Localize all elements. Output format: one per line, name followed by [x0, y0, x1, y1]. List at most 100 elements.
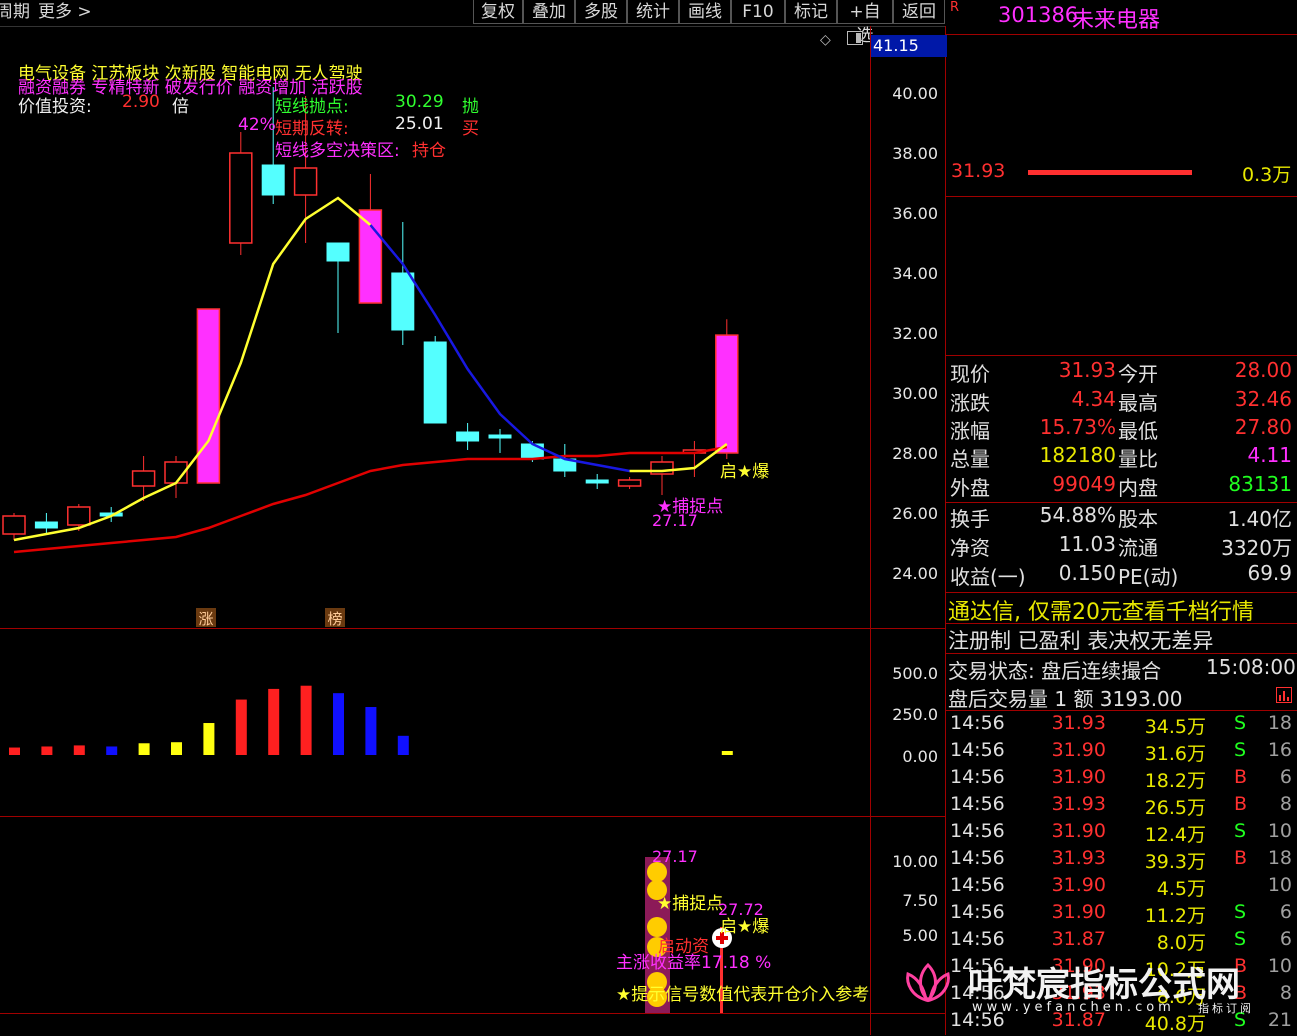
divider	[946, 196, 1297, 197]
quote-field-value: 4.34	[1071, 387, 1116, 411]
quote-field-label: 最高	[1118, 391, 1158, 415]
tick-side: B	[1234, 766, 1248, 788]
volume-axis-label: 250.0	[892, 705, 938, 724]
tick-time: 14:56	[950, 739, 1005, 761]
tick-volume: 26.5万	[1144, 797, 1206, 819]
quote-field-label: 总量	[950, 447, 990, 471]
volume-chart[interactable]	[0, 629, 870, 816]
short-reversal-value: 25.01	[395, 114, 444, 134]
candle-body	[261, 164, 285, 196]
main-rise-return-label: 主涨收益率17.18 %	[616, 953, 772, 973]
tick-side: S	[1234, 901, 1247, 923]
candle-body	[2, 515, 26, 535]
watermark-title: 叶梵宸指标公式网	[968, 965, 1240, 1005]
decision-zone-label: 短线多空决策区:	[275, 141, 400, 161]
ma-long-line	[13, 445, 728, 554]
quote-field-value: 182180	[1039, 443, 1116, 467]
quote-field-value: 11.03	[1058, 532, 1116, 556]
quote-field-label: 现价	[950, 362, 990, 386]
tick-count: 10	[1267, 820, 1292, 842]
candle-body	[715, 334, 739, 454]
tick-side: B	[1234, 793, 1248, 815]
tick-price: 31.90	[1051, 739, 1106, 761]
tick-time: 14:56	[950, 874, 1005, 896]
tick-row[interactable]: 14:56 31.93 26.5万 B 8	[950, 793, 1292, 820]
candle-body	[423, 341, 447, 424]
quote-row: 外盘 99049 内盘 83131	[950, 472, 1292, 500]
back-button[interactable]: 返回	[893, 0, 945, 24]
tick-time: 14:56	[950, 712, 1005, 734]
decision-zone-value: 持仓	[412, 141, 446, 161]
candle-body	[488, 434, 512, 439]
tick-side: S	[1234, 820, 1247, 842]
restore-rights-button[interactable]: 复权	[473, 0, 523, 24]
stock-name: 未来电器	[1072, 8, 1161, 33]
volume-axis-label: 500.0	[892, 664, 938, 683]
low-price-label: 27.17	[652, 511, 698, 530]
quote-field-label: 股本	[1118, 507, 1158, 531]
quote-field-label: 最低	[1118, 419, 1158, 443]
multi-stock-button[interactable]: 多股	[575, 0, 627, 24]
quote-field-value: 1.40亿	[1227, 507, 1292, 531]
tick-volume: 39.3万	[1144, 851, 1206, 873]
tick-row[interactable]: 14:56 31.87 8.0万 S 6	[950, 928, 1292, 955]
period-menu[interactable]: 周期	[0, 0, 30, 24]
dragon-tiger-list-marker[interactable]: 榜	[325, 608, 345, 628]
price-axis-label: 32.00	[892, 324, 938, 343]
quote-field-value: 4.11	[1247, 443, 1292, 467]
indicator-launch-signal: 启★爆	[720, 917, 770, 937]
bid-volume: 0.3万	[1242, 164, 1292, 186]
statistics-button[interactable]: 统计	[627, 0, 679, 24]
chart-toggle-icon[interactable]	[1276, 687, 1292, 703]
quote-field-value: 69.9	[1247, 561, 1292, 585]
tick-time: 14:56	[950, 847, 1005, 869]
volume-bar	[300, 685, 312, 755]
price-axis-label: 34.00	[892, 264, 938, 283]
short-sell-point-value: 30.29	[395, 92, 444, 112]
value-investment-label: 价值投资:	[18, 97, 92, 117]
tick-price: 31.90	[1051, 820, 1106, 842]
tick-row[interactable]: 14:56 31.90 12.4万 S 10	[950, 820, 1292, 847]
tick-count: 18	[1267, 712, 1292, 734]
after-hours-volume: 盘后交易量 1 额 3193.00	[948, 687, 1183, 711]
draw-line-button[interactable]: 画线	[679, 0, 731, 24]
overlay-button[interactable]: 叠加	[523, 0, 575, 24]
tick-row[interactable]: 14:56 31.93 39.3万 B 18	[950, 847, 1292, 874]
divider	[946, 592, 1297, 593]
indicator-axis-label: 5.00	[902, 926, 938, 945]
stock-code: 301386	[998, 3, 1079, 27]
quote-field-label: 流通	[1118, 536, 1158, 560]
tick-row[interactable]: 14:56 31.90 4.5万 10	[950, 874, 1292, 901]
more-menu[interactable]: 更多 >	[38, 0, 92, 24]
candle-body	[456, 431, 480, 442]
limit-up-marker[interactable]: 涨	[196, 608, 216, 628]
tick-volume: 12.4万	[1144, 824, 1206, 846]
chart-area[interactable]: ◇ 41.15 40.00 38.00 36.00 34.00 32.00 30…	[0, 26, 947, 1035]
tick-row[interactable]: 14:56 31.90 31.6万 S 16	[950, 739, 1292, 766]
mark-button[interactable]: 标记	[785, 0, 837, 24]
add-watchlist-button[interactable]: +自选	[837, 0, 893, 46]
quote-field-label: 外盘	[950, 476, 990, 500]
volume-axis-label: 0.00	[902, 747, 938, 766]
quote-row: 现价 31.93 今开 28.00	[950, 358, 1292, 386]
f10-button[interactable]: F10	[731, 0, 785, 24]
tick-count: 10	[1267, 874, 1292, 896]
candle-body	[293, 167, 318, 196]
tick-row[interactable]: 14:56 31.90 18.2万 B 6	[950, 766, 1292, 793]
tick-count: 6	[1279, 766, 1292, 788]
watermark-url: www.yefanchen.com	[972, 1000, 1175, 1015]
tick-row[interactable]: 14:56 31.90 11.2万 S 6	[950, 901, 1292, 928]
tick-time: 14:56	[950, 793, 1005, 815]
quote-field-label: 今开	[1118, 362, 1158, 386]
candle-body	[229, 152, 253, 244]
tick-price: 31.90	[1051, 901, 1106, 923]
volume-bar	[365, 707, 377, 755]
ma-short-recovery-line	[629, 442, 728, 473]
tick-side: S	[1234, 739, 1247, 761]
volume-bar	[397, 735, 409, 755]
tick-count: 10	[1267, 955, 1292, 977]
quote-row: 收益(一) 0.150 PE(动) 69.9	[950, 561, 1292, 589]
quote-field-label: 收益(一)	[950, 565, 1026, 589]
tick-row[interactable]: 14:56 31.93 34.5万 S 18	[950, 712, 1292, 739]
promo-banner[interactable]: 通达信, 仅需20元查看千档行情	[948, 594, 1254, 626]
